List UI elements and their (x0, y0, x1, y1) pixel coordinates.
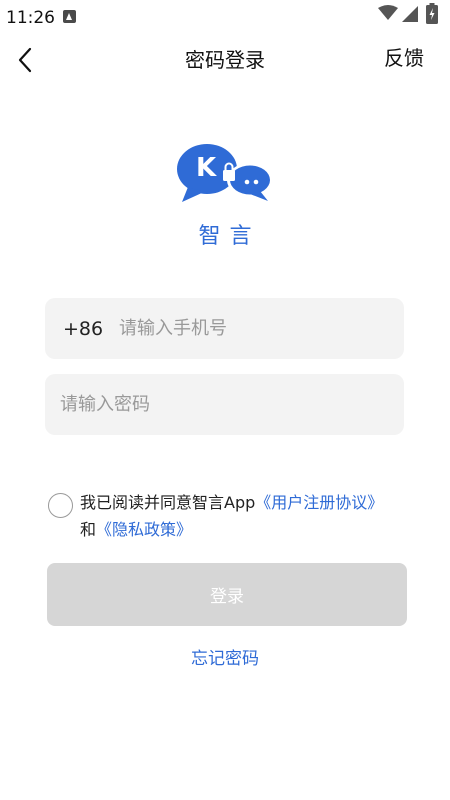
battery-charging-icon (426, 3, 438, 24)
app-logo: K (177, 144, 273, 202)
page-title: 密码登录 (185, 48, 265, 72)
phone-input[interactable] (119, 298, 389, 359)
agreement-checkbox[interactable] (48, 493, 73, 518)
forgot-password-link[interactable]: 忘记密码 (0, 644, 450, 669)
status-bar: 11:26 (0, 0, 450, 34)
agreement-conjunction: 和 (80, 520, 97, 539)
agreement-text: 我已阅读并同意智言App《用户注册协议》和《隐私政策》 (80, 489, 390, 543)
password-input[interactable] (60, 374, 390, 435)
app-name: 智言 (198, 224, 261, 249)
status-time: 11:26 (6, 8, 55, 28)
privacy-policy-link[interactable]: 《隐私政策》 (96, 520, 192, 539)
feedback-link[interactable]: 反馈 (384, 42, 424, 71)
login-button[interactable]: 登录 (47, 563, 407, 626)
agreement-prefix: 我已阅读并同意智言App (80, 493, 256, 512)
logo-letter: K (196, 153, 217, 183)
phone-field[interactable]: +86 (45, 298, 404, 359)
password-field[interactable] (45, 374, 404, 435)
notification-icon (63, 10, 76, 23)
signal-icon (402, 6, 418, 22)
wifi-icon (378, 5, 398, 20)
user-agreement-link[interactable]: 《用户注册协议》 (255, 493, 383, 512)
country-code[interactable]: +86 (63, 318, 103, 340)
header: 密码登录 反馈 (0, 34, 450, 82)
